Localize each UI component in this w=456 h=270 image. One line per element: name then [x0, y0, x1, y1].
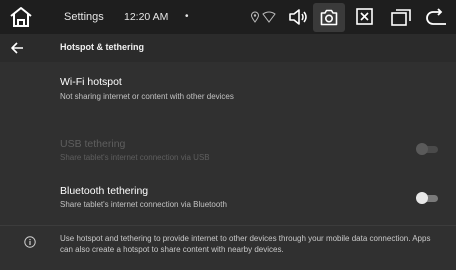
back-icon[interactable] [426, 8, 448, 26]
status-notification-dot: • [185, 11, 189, 22]
wifi-hotspot-title: Wi-Fi hotspot [60, 76, 122, 88]
usb-tethering-subtitle: Share tablet's internet connection via U… [60, 153, 210, 162]
close-box-icon[interactable] [356, 8, 373, 25]
arrow-left-icon[interactable] [10, 41, 24, 55]
app-bar: Hotspot & tethering [0, 34, 456, 62]
bluetooth-tethering-subtitle: Share tablet's internet connection via B… [60, 200, 227, 209]
wifi-icon [262, 11, 276, 23]
bluetooth-tethering-title: Bluetooth tethering [60, 185, 149, 197]
status-time: 12:20 AM [124, 11, 169, 23]
location-icon [250, 11, 260, 23]
windows-icon[interactable] [391, 8, 411, 26]
info-icon [24, 236, 36, 248]
usb-tethering-title: USB tethering [60, 138, 126, 150]
bluetooth-tethering-row[interactable]: Bluetooth tethering Share tablet's inter… [0, 174, 456, 224]
divider [0, 225, 456, 226]
screenshot-icon [320, 9, 338, 26]
home-icon[interactable] [7, 5, 35, 29]
status-app-title: Settings [64, 11, 104, 23]
page-title: Hotspot & tethering [60, 42, 144, 52]
usb-tethering-toggle [416, 143, 438, 155]
screenshot-button[interactable] [313, 3, 345, 32]
status-bar: Settings 12:20 AM • [0, 0, 456, 34]
wifi-hotspot-subtitle: Not sharing internet or content with oth… [60, 92, 234, 101]
info-text: Use hotspot and tethering to provide int… [60, 234, 431, 254]
bluetooth-tethering-toggle[interactable] [416, 192, 438, 204]
wifi-hotspot-row[interactable]: Wi-Fi hotspot Not sharing internet or co… [0, 62, 456, 118]
usb-tethering-row: USB tethering Share tablet's internet co… [0, 118, 456, 174]
volume-icon[interactable] [288, 8, 308, 26]
